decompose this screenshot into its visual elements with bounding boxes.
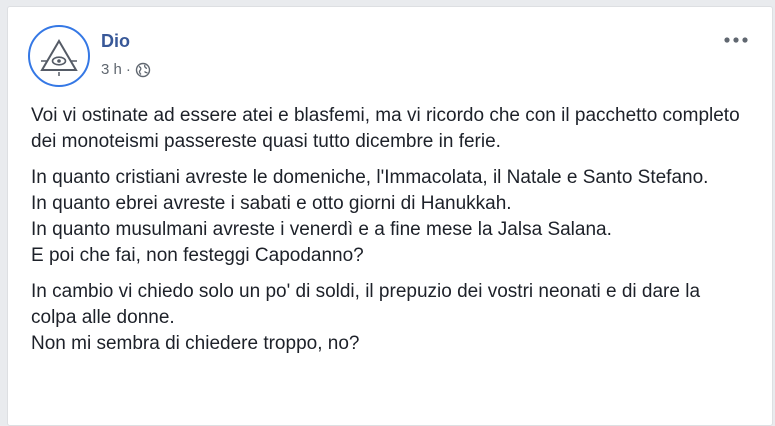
globe-icon[interactable] (135, 62, 151, 78)
post-body: Voi vi ostinate ad essere atei e blasfem… (31, 103, 746, 367)
post-card: Dio 3 h · Voi vi ostinate ad essere atei… (7, 6, 773, 426)
author-name[interactable]: Dio (101, 31, 130, 52)
post-paragraph: Voi vi ostinate ad essere atei e blasfem… (31, 105, 740, 152)
avatar[interactable] (28, 25, 90, 87)
post-meta: 3 h · (101, 61, 151, 78)
more-options-button[interactable] (722, 29, 750, 51)
more-options-icon (724, 37, 748, 43)
post-paragraph: In cambio vi chiedo solo un po' di soldi… (31, 281, 701, 354)
meta-separator: · (125, 61, 131, 78)
post-paragraph: In quanto cristiani avreste le domeniche… (31, 167, 709, 266)
post-timestamp[interactable]: 3 h (101, 61, 122, 78)
all-seeing-eye-triangle-icon (40, 39, 78, 76)
